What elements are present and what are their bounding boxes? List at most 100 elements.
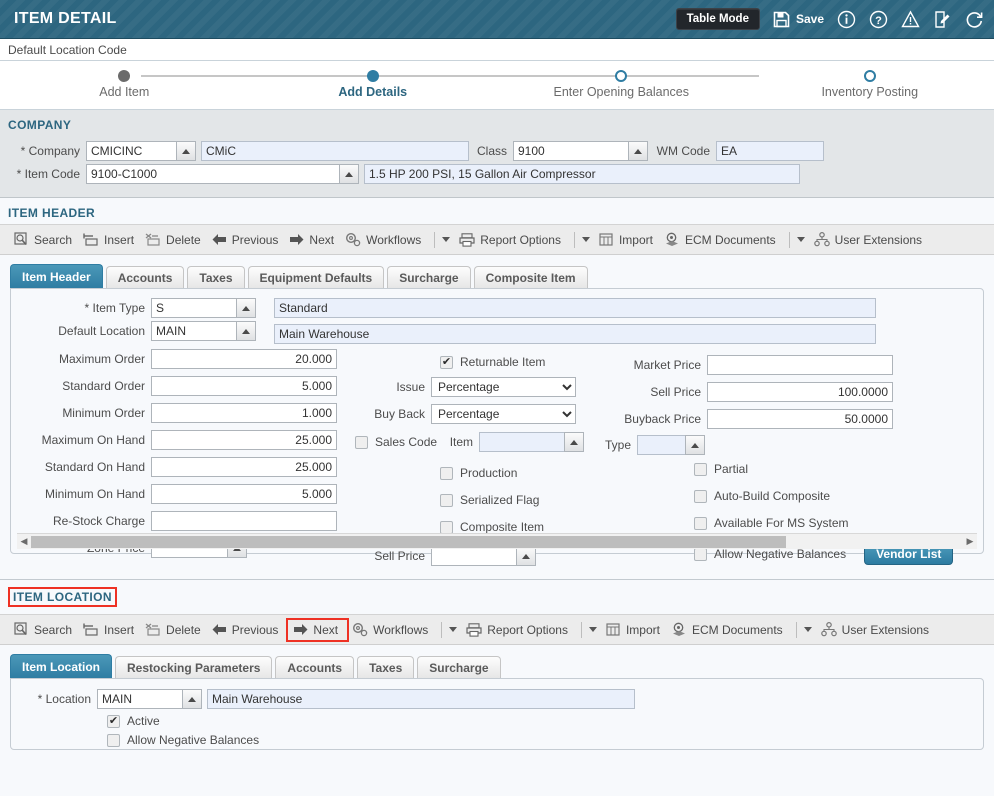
chevron-down-icon[interactable] [449,627,458,632]
warning-icon[interactable] [900,9,920,29]
chevron-down-icon[interactable] [588,627,597,632]
chevron-down-icon[interactable] [803,627,812,632]
tab-item-header[interactable]: Item Header [10,264,103,288]
item-type-lov[interactable] [151,298,256,318]
hscroll-track[interactable] [31,535,963,548]
minimum-on-hand-input[interactable] [151,484,337,504]
class-input[interactable] [513,141,628,161]
tab-surcharge[interactable]: Surcharge [387,266,471,288]
market-price-input[interactable] [707,355,893,375]
tab-composite-item[interactable]: Composite Item [473,266,588,288]
item-location-previous-button[interactable]: Previous [212,623,290,637]
location-description-input[interactable] [207,689,635,709]
maximum-order-input[interactable] [151,349,337,369]
wizard-step-add-details[interactable]: Add Details [249,61,498,109]
item-header-workflows-button[interactable]: Workflows [345,232,432,247]
item-code-lov[interactable] [86,164,359,184]
item-location-delete-button[interactable]: Delete [145,622,212,637]
item-location-search-button[interactable]: Search [14,622,83,637]
item-type-description-input[interactable] [274,298,876,318]
minimum-order-input[interactable] [151,403,337,423]
partial-row[interactable]: Partial [621,462,961,476]
mid-sell-price-lov[interactable] [431,546,536,566]
serialized-flag-checkbox[interactable] [440,493,453,507]
class-lov-button[interactable] [628,141,648,161]
auto-build-composite-checkbox[interactable] [694,489,707,503]
item-location-import-button[interactable]: Import [606,623,671,637]
item-header-user-extensions-button[interactable]: User Extensions [813,232,933,247]
available-ms-system-checkbox[interactable] [694,516,707,530]
item-location-report-options-button[interactable]: Report Options [466,623,579,637]
maximum-on-hand-input[interactable] [151,430,337,450]
chevron-down-icon[interactable] [796,237,805,242]
company-code-input[interactable] [86,141,176,161]
class-lov[interactable] [513,141,648,161]
wizard-step-enter-opening-balances[interactable]: Enter Opening Balances [497,61,746,109]
item-location-workflows-button[interactable]: Workflows [352,622,439,637]
right-sell-price-input[interactable] [707,382,893,402]
help-icon[interactable]: ? [868,9,888,29]
item-location-next-button[interactable]: Next [286,617,350,642]
default-location-lov-button[interactable] [236,321,256,341]
info-icon[interactable] [836,9,856,29]
returnable-item-row[interactable]: Returnable Item [346,355,621,369]
available-ms-system-row[interactable]: Available For MS System [621,516,961,530]
returnable-item-checkbox[interactable] [440,355,453,369]
item-header-delete-button[interactable]: Delete [145,232,212,247]
notes-icon[interactable] [932,9,952,29]
company-name-input[interactable] [201,141,469,161]
item-header-previous-button[interactable]: Previous [212,233,290,247]
location-allow-negative-row[interactable]: Allow Negative Balances [11,733,983,747]
item-header-next-button[interactable]: Next [289,233,345,247]
buyback-price-input[interactable] [707,409,893,429]
item-header-hscrollbar[interactable]: ◀ ▶ [17,533,977,549]
company-code-lov-button[interactable] [176,141,196,161]
table-mode-button[interactable]: Table Mode [675,8,760,30]
tab-location-surcharge[interactable]: Surcharge [417,656,501,678]
default-location-input[interactable] [151,321,236,341]
save-button[interactable]: Save [772,9,824,29]
default-location-lov[interactable] [151,321,256,341]
serialized-flag-row[interactable]: Serialized Flag [346,493,621,507]
location-active-checkbox[interactable] [107,714,120,728]
tab-accounts[interactable]: Accounts [105,266,185,288]
item-type-input[interactable] [151,298,236,318]
item-header-import-button[interactable]: Import [599,233,664,247]
tab-item-location[interactable]: Item Location [10,654,113,678]
item-header-ecm-documents-button[interactable]: ECM Documents [664,232,787,247]
item-type-lov-button[interactable] [236,298,256,318]
default-location-description-input[interactable] [274,324,876,344]
standard-order-input[interactable] [151,376,337,396]
item-code-input[interactable] [86,164,339,184]
allow-negative-balances-checkbox[interactable] [694,547,707,561]
item-code-lov-button[interactable] [339,164,359,184]
composite-item-checkbox[interactable] [440,520,453,534]
item-location-ecm-documents-button[interactable]: ECM Documents [671,622,794,637]
tab-restocking-parameters[interactable]: Restocking Parameters [115,656,273,678]
sales-item-lov-button[interactable] [564,432,585,452]
sales-type-lov[interactable] [637,435,705,455]
tab-equipment-defaults[interactable]: Equipment Defaults [247,266,385,288]
production-row[interactable]: Production [346,466,621,480]
item-header-search-button[interactable]: Search [14,232,83,247]
chevron-down-icon[interactable] [581,237,590,242]
wizard-step-add-item[interactable]: Add Item [0,61,249,109]
partial-checkbox[interactable] [694,462,707,476]
wm-code-input[interactable] [716,141,824,161]
location-active-row[interactable]: Active [11,714,983,728]
location-lov-button[interactable] [182,689,202,709]
sales-type-lov-button[interactable] [685,435,705,455]
chevron-down-icon[interactable] [442,237,451,242]
tab-location-taxes[interactable]: Taxes [357,656,415,678]
sales-item-input[interactable] [479,432,565,452]
standard-on-hand-input[interactable] [151,457,337,477]
wizard-step-inventory-posting[interactable]: Inventory Posting [746,61,994,109]
item-header-insert-button[interactable]: Insert [83,232,145,247]
location-input[interactable] [97,689,182,709]
tab-taxes[interactable]: Taxes [187,266,245,288]
mid-sell-price-input[interactable] [431,546,516,566]
restock-charge-input[interactable] [151,511,337,531]
composite-item-row[interactable]: Composite Item [346,520,621,534]
location-lov[interactable] [97,689,202,709]
buy-back-select[interactable]: Percentage [431,404,576,424]
